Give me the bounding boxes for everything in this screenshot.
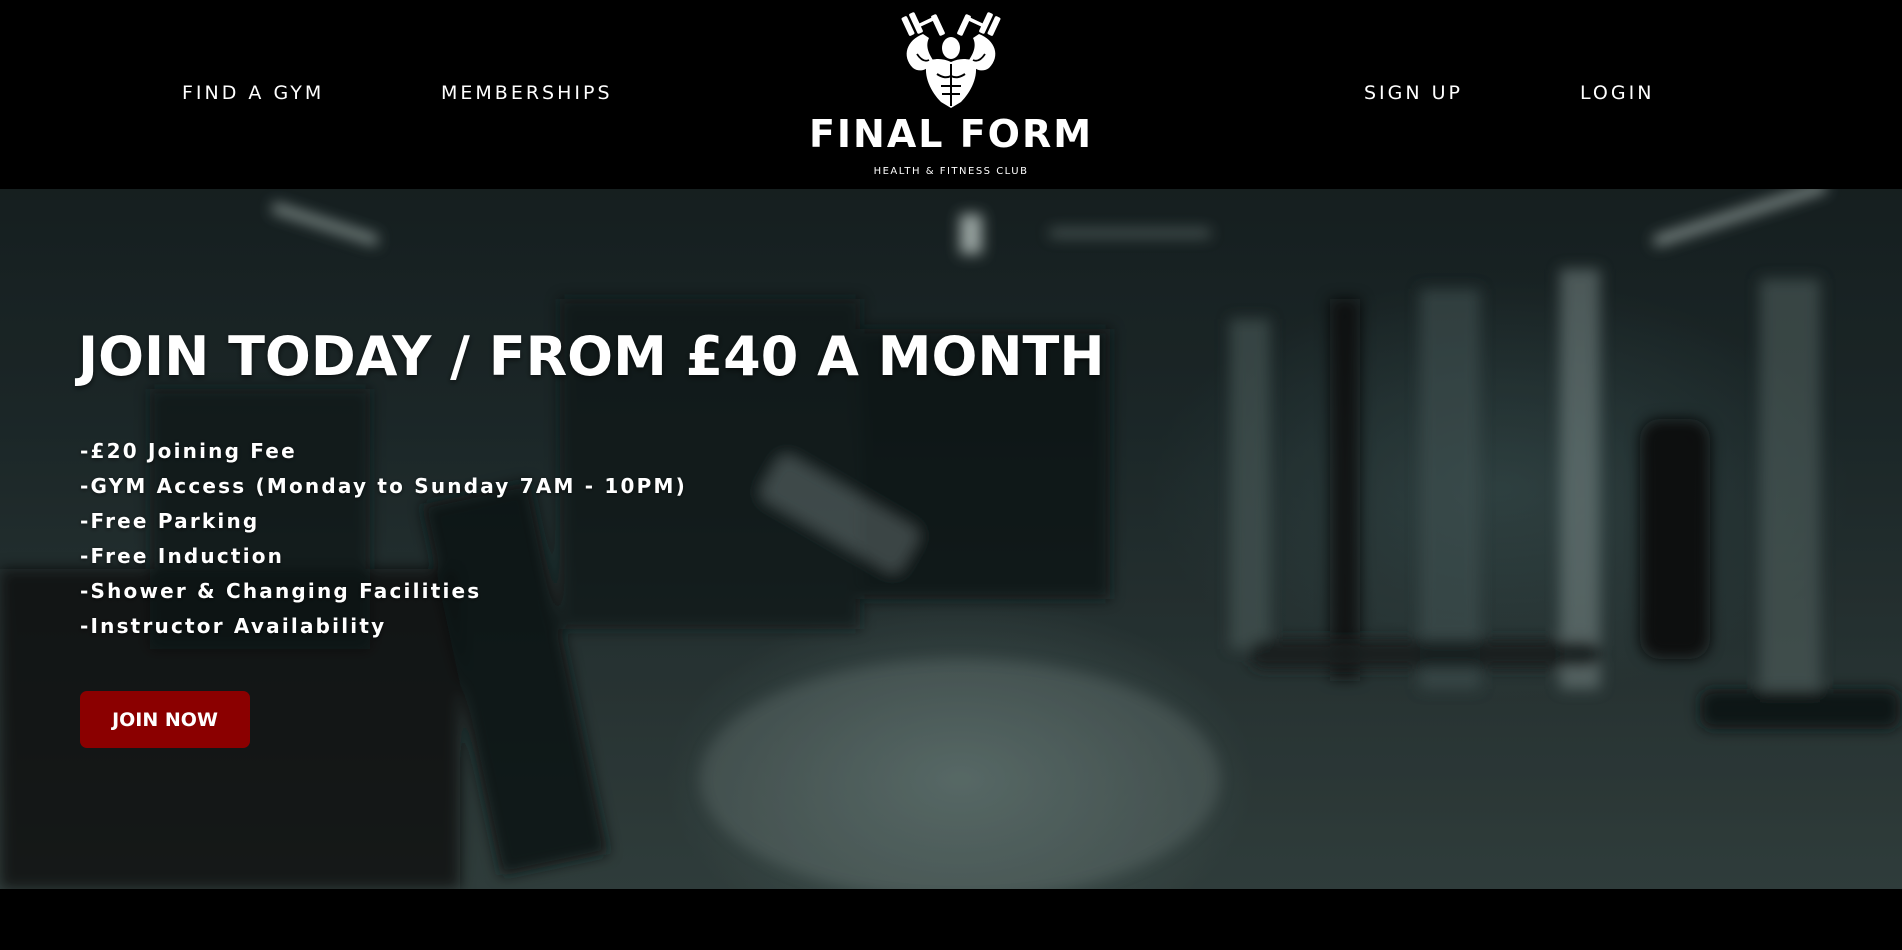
logo-tagline: HEALTH & FITNESS CLUB xyxy=(873,166,1029,177)
feature-free-induction: -Free Induction xyxy=(80,544,285,568)
feature-joining-fee: -£20 Joining Fee xyxy=(80,439,297,463)
feature-free-parking: -Free Parking xyxy=(80,509,260,533)
site-header: FIND A GYM MEMBERSHIPS FINAL FORM HEALTH… xyxy=(0,0,1902,189)
feature-gym-access: -GYM Access (Monday to Sunday 7AM - 10PM… xyxy=(80,474,687,498)
feature-instructor-availability: -Instructor Availability xyxy=(80,614,387,638)
flexing-bodybuilder-with-dumbbells-icon xyxy=(901,12,1001,108)
site-logo[interactable]: FINAL FORM HEALTH & FITNESS CLUB xyxy=(806,10,1096,177)
nav-find-a-gym[interactable]: FIND A GYM xyxy=(182,82,324,104)
logo-name: FINAL FORM xyxy=(808,112,1094,156)
footer-strip xyxy=(0,889,1902,950)
feature-shower-changing: -Shower & Changing Facilities xyxy=(80,579,482,603)
join-now-button[interactable]: JOIN NOW xyxy=(80,691,250,748)
hero-banner: JOIN TODAY / FROM £40 A MONTH -£20 Joini… xyxy=(0,189,1902,889)
membership-features-list: -£20 Joining Fee -GYM Access (Monday to … xyxy=(80,434,687,644)
nav-sign-up[interactable]: SIGN UP xyxy=(1364,82,1463,104)
nav-memberships[interactable]: MEMBERSHIPS xyxy=(441,82,613,104)
hero-title: JOIN TODAY / FROM £40 A MONTH xyxy=(78,325,1105,389)
nav-login[interactable]: LOGIN xyxy=(1580,82,1654,104)
